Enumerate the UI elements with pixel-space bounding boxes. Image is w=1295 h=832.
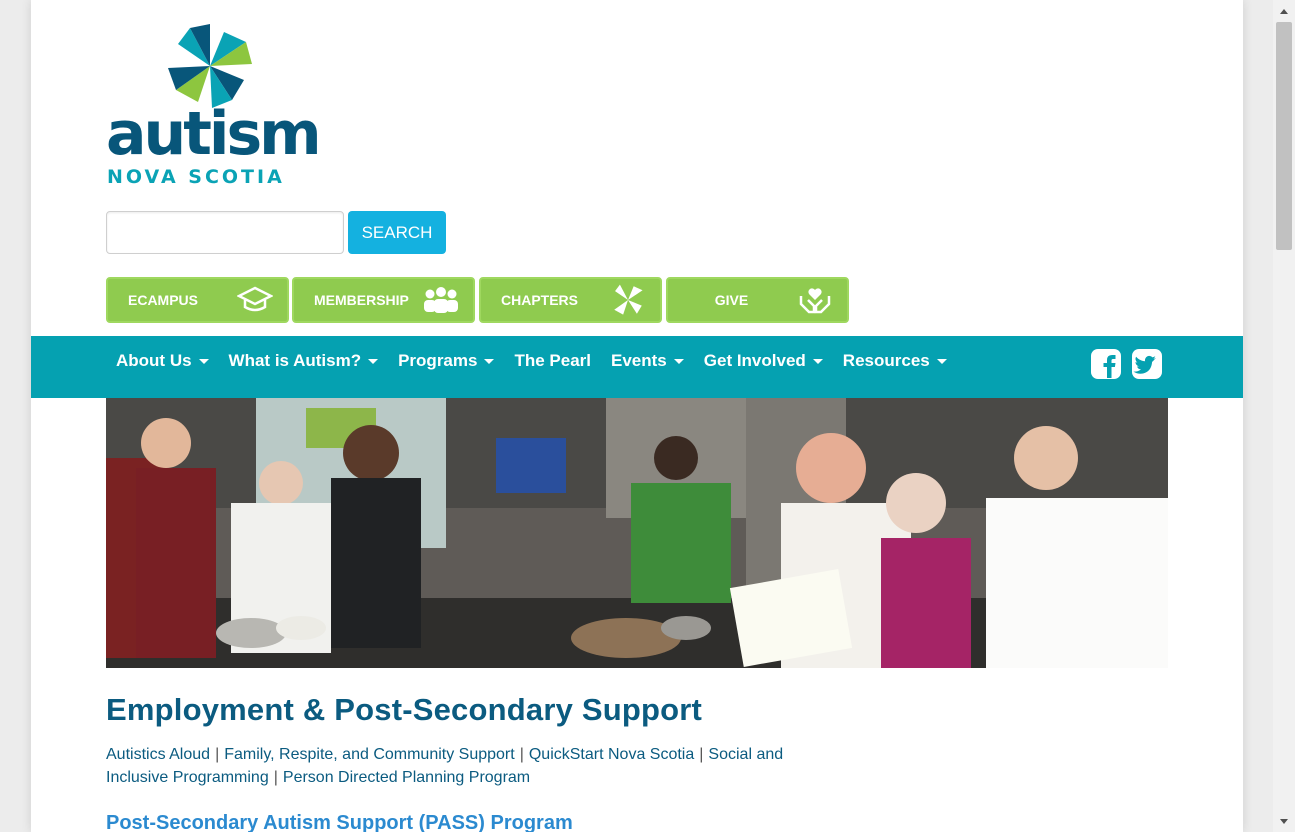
arrow-up-icon (1280, 8, 1288, 14)
pinwheel-logo-icon (168, 24, 252, 108)
page-title: Employment & Post-Secondary Support (106, 692, 703, 727)
nav-item-get-involved[interactable]: Get Involved (694, 336, 833, 386)
subnav-separator: | (699, 746, 704, 763)
quick-link-ecampus[interactable]: ECAMPUS (106, 277, 289, 323)
subnav-link[interactable]: Autistics Aloud (106, 746, 210, 763)
quick-link-label: GIVE (714, 292, 749, 308)
nav-item-label: What is Autism? (228, 351, 362, 370)
nav-item-label: Get Involved (703, 351, 806, 370)
subnav-link[interactable]: Family, Respite, and Community Support (224, 746, 514, 763)
hero-image (106, 398, 1168, 668)
nav-item-label: Events (611, 351, 667, 370)
search-button[interactable]: SEARCH (348, 211, 446, 254)
nav-item-events[interactable]: Events (601, 336, 694, 386)
arrow-down-icon (1280, 818, 1288, 824)
scrollbar-thumb[interactable] (1276, 22, 1292, 250)
nav-item-label: Resources (842, 351, 930, 370)
graduation-cap-icon (235, 283, 275, 317)
twitter-icon[interactable] (1131, 348, 1163, 380)
nav-item-label: Programs (398, 351, 478, 370)
caret-down-icon (812, 358, 823, 364)
nav-item-resources[interactable]: Resources (833, 336, 957, 386)
subnav-separator: | (215, 746, 220, 763)
section-subnav: Autistics Aloud | Family, Respite, and Com… (106, 743, 806, 789)
nav-item-the-pearl[interactable]: The Pearl (504, 336, 601, 386)
facebook-icon[interactable] (1090, 348, 1122, 380)
page: autism NOVA SCOTIA SEARCH ECAMPUS MEMBER… (31, 0, 1243, 832)
caret-down-icon (484, 358, 495, 364)
scroll-down-button[interactable] (1273, 810, 1295, 832)
scroll-up-button[interactable] (1273, 0, 1295, 22)
autism-nova-scotia-logo[interactable]: autism NOVA SCOTIA (106, 24, 322, 189)
vertical-scrollbar[interactable] (1273, 0, 1295, 832)
nav-menu: About Us What is Autism? Programs The Pe… (106, 336, 957, 386)
section-title: Post-Secondary Autism Support (PASS) Pro… (106, 812, 573, 832)
logo-subtitle: NOVA SCOTIA (107, 166, 285, 188)
hands-heart-icon (795, 283, 835, 317)
quick-link-label: CHAPTERS (501, 292, 579, 308)
nav-item-about-us[interactable]: About Us (106, 336, 219, 386)
quick-link-membership[interactable]: MEMBERSHIP (292, 277, 475, 323)
pinwheel-icon (608, 283, 648, 317)
people-icon (421, 283, 461, 317)
caret-down-icon (368, 358, 379, 364)
subnav-separator: | (519, 746, 524, 763)
subnav-separator: | (273, 769, 278, 786)
main-navigation: About Us What is Autism? Programs The Pe… (31, 336, 1243, 398)
logo-wordmark: autism (106, 99, 322, 169)
caret-down-icon (673, 358, 684, 364)
quick-link-label: MEMBERSHIP (314, 292, 409, 308)
caret-down-icon (198, 358, 209, 364)
caret-down-icon (936, 358, 947, 364)
subnav-link[interactable]: Person Directed Planning Program (283, 769, 530, 786)
subnav-link[interactable]: QuickStart Nova Scotia (529, 746, 694, 763)
quick-link-give[interactable]: GIVE (666, 277, 849, 323)
quick-link-chapters[interactable]: CHAPTERS (479, 277, 662, 323)
nav-item-label: About Us (116, 351, 192, 370)
nav-item-label: The Pearl (514, 351, 592, 370)
search-input[interactable] (106, 211, 344, 254)
nav-item-programs[interactable]: Programs (388, 336, 504, 386)
quick-link-label: ECAMPUS (128, 292, 199, 308)
nav-item-what-is-autism[interactable]: What is Autism? (219, 336, 389, 386)
